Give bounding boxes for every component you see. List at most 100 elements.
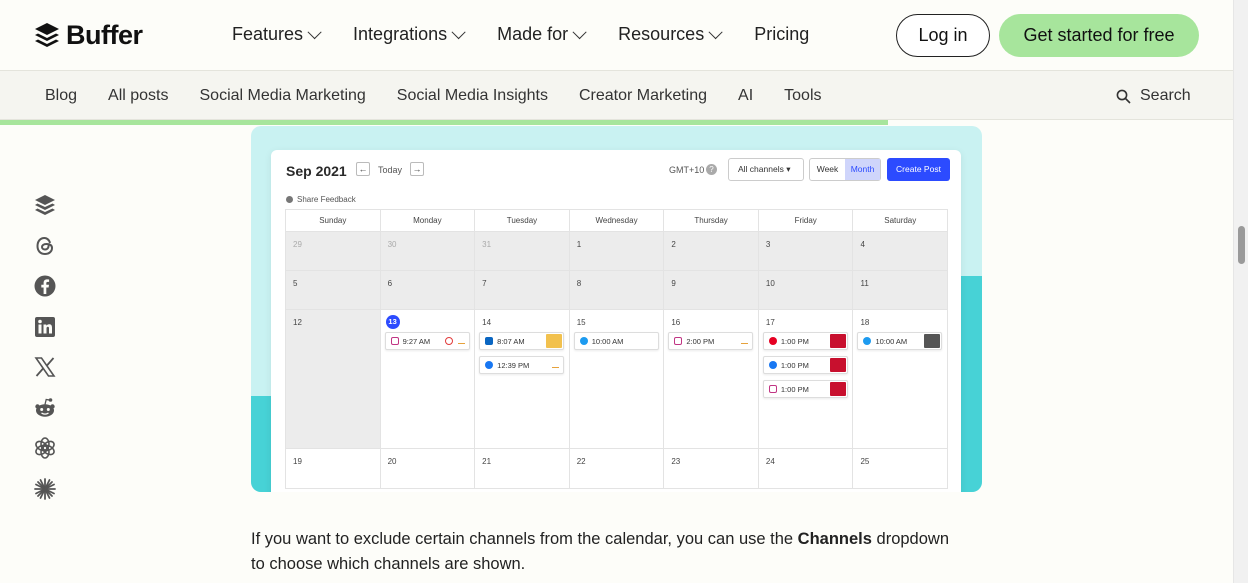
page-scrollbar[interactable] — [1233, 0, 1248, 583]
chevron-down-icon — [708, 24, 723, 39]
day-cell[interactable]: 15 10:00 AM — [569, 310, 665, 449]
day-cell[interactable]: 22 — [569, 449, 665, 489]
prev-month-button[interactable]: ← — [356, 162, 370, 176]
buffer-logo[interactable]: Buffer — [34, 20, 143, 51]
day-cell[interactable]: 31 — [475, 232, 570, 271]
reading-progress-bar — [0, 120, 888, 125]
day-cell[interactable]: 20 — [380, 449, 476, 489]
week-row: 12 13 9:27 AM 14 8:07 AM 12:39 PM 15 10:… — [286, 310, 949, 449]
scheduled-post[interactable]: 1:00 PM — [762, 356, 848, 374]
day-cell[interactable]: 24 — [758, 449, 854, 489]
day-number: 12 — [293, 318, 302, 327]
today-button[interactable]: Today — [378, 165, 402, 175]
buffer-icon[interactable] — [33, 193, 57, 217]
week-view-button[interactable]: Week — [810, 159, 845, 180]
linkedin-icon — [485, 337, 494, 345]
day-cell[interactable]: 7 — [475, 271, 570, 310]
scheduled-post[interactable]: 1:00 PM — [762, 332, 848, 350]
next-month-button[interactable]: → — [410, 162, 424, 176]
day-cell[interactable]: 19 — [286, 449, 381, 489]
nav-made-for[interactable]: Made for — [497, 24, 587, 45]
week-row: 5 6 7 8 9 10 11 — [286, 271, 949, 310]
calendar-app: Sep 2021 ← Today → GMT+10 ? All channels… — [271, 150, 961, 492]
day-cell[interactable]: 8 — [569, 271, 665, 310]
today-badge: 13 — [385, 315, 400, 329]
search-button[interactable]: Search — [1116, 87, 1191, 105]
day-cell[interactable]: 9 — [664, 271, 759, 310]
day-cell[interactable]: 5 — [286, 271, 381, 310]
twitter-icon — [863, 337, 872, 345]
post-thumbnail — [924, 334, 941, 348]
perplexity-icon[interactable] — [33, 477, 57, 501]
x-icon[interactable] — [33, 355, 57, 379]
facebook-icon[interactable] — [33, 274, 57, 298]
subnav-blog[interactable]: Blog — [45, 87, 77, 105]
search-label: Search — [1140, 87, 1191, 104]
day-number: 20 — [387, 457, 397, 466]
openai-icon[interactable] — [33, 436, 57, 460]
scheduled-post[interactable]: 12:39 PM — [479, 356, 565, 374]
scheduled-post[interactable]: 2:00 PM — [668, 332, 754, 350]
nav-pricing[interactable]: Pricing — [754, 24, 809, 45]
weekday-header: Tuesday — [475, 210, 570, 232]
day-cell[interactable]: 21 — [475, 449, 570, 489]
threads-icon[interactable] — [33, 234, 57, 258]
subnav-ai[interactable]: AI — [738, 87, 753, 105]
week-row: 19 20 21 22 23 24 25 — [286, 449, 949, 489]
post-time: 2:00 PM — [686, 336, 715, 346]
day-cell[interactable]: 11 — [853, 271, 949, 310]
day-cell[interactable]: 1 — [569, 232, 665, 271]
day-cell[interactable]: 16 2:00 PM — [664, 310, 759, 449]
scheduled-post[interactable]: 10:00 AM — [573, 332, 659, 350]
day-cell[interactable]: 25 — [853, 449, 949, 489]
nav-integrations[interactable]: Integrations — [353, 24, 466, 45]
channels-dropdown[interactable]: All channels ▾ — [728, 158, 804, 181]
day-cell[interactable]: 14 8:07 AM 12:39 PM — [475, 310, 570, 449]
day-cell[interactable]: 4 — [853, 232, 949, 271]
subnav-all-posts[interactable]: All posts — [108, 87, 168, 105]
nav-resources[interactable]: Resources — [618, 24, 723, 45]
day-number: 4 — [860, 240, 865, 249]
nav-features[interactable]: Features — [232, 24, 322, 45]
help-icon[interactable]: ? — [706, 164, 717, 175]
scheduled-post[interactable]: 1:00 PM — [762, 380, 848, 398]
scheduled-post[interactable]: 8:07 AM — [479, 332, 565, 350]
day-number: 29 — [293, 240, 302, 249]
article-paragraph: If you want to exclude certain channels … — [251, 527, 951, 577]
instagram-icon — [390, 337, 399, 345]
day-cell[interactable]: 6 — [380, 271, 476, 310]
subnav-social-media-marketing[interactable]: Social Media Marketing — [200, 87, 366, 105]
share-feedback-link[interactable]: Share Feedback — [286, 195, 356, 204]
day-number: 30 — [387, 240, 397, 249]
create-post-button[interactable]: Create Post — [887, 158, 950, 181]
day-cell[interactable]: 3 — [758, 232, 854, 271]
linkedin-icon[interactable] — [33, 315, 57, 339]
weekday-header: Thursday — [664, 210, 759, 232]
day-cell[interactable]: 12 — [286, 310, 381, 449]
subnav-tools[interactable]: Tools — [784, 87, 821, 105]
calendar-screenshot-figure: Sep 2021 ← Today → GMT+10 ? All channels… — [251, 126, 982, 492]
scrollbar-thumb[interactable] — [1238, 226, 1245, 264]
blog-subnav: Blog All posts Social Media Marketing So… — [0, 71, 1233, 120]
subnav-social-media-insights[interactable]: Social Media Insights — [397, 87, 548, 105]
day-cell[interactable]: 2 — [664, 232, 759, 271]
post-time: 1:00 PM — [780, 336, 809, 346]
subnav-creator-marketing[interactable]: Creator Marketing — [579, 87, 707, 105]
day-cell[interactable]: 23 — [664, 449, 759, 489]
post-thumbnail — [457, 338, 465, 344]
day-cell[interactable]: 30 — [380, 232, 476, 271]
reddit-icon[interactable] — [33, 396, 57, 420]
post-thumbnail — [741, 338, 749, 344]
scheduled-post[interactable]: 9:27 AM — [384, 332, 470, 350]
day-cell-today[interactable]: 13 9:27 AM — [380, 310, 476, 449]
scheduled-post[interactable]: 10:00 AM — [857, 332, 943, 350]
weekday-header: Saturday — [853, 210, 949, 232]
channels-dropdown-label: All channels — [738, 164, 784, 174]
day-cell[interactable]: 18 10:00 AM — [853, 310, 949, 449]
login-button[interactable]: Log in — [896, 14, 990, 57]
get-started-button[interactable]: Get started for free — [999, 14, 1199, 57]
day-cell[interactable]: 17 1:00 PM 1:00 PM 1:00 PM — [758, 310, 854, 449]
month-view-button[interactable]: Month — [845, 159, 880, 180]
day-cell[interactable]: 29 — [286, 232, 381, 271]
day-cell[interactable]: 10 — [758, 271, 854, 310]
